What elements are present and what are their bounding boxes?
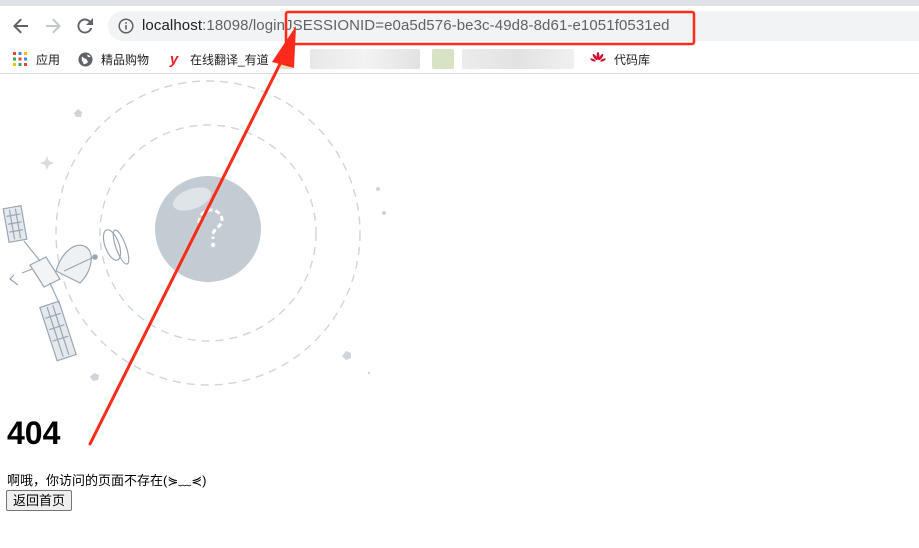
url-path: :18098/loginJSESSIONID=e0a5d576-be3c-49d… (202, 17, 670, 34)
error-message: 啊哦，你访问的页面不存在(⋟﹏⋞) (7, 473, 207, 488)
back-button[interactable] (7, 12, 35, 40)
browser-toolbar: localhost:18098/loginJSESSIONID=e0a5d576… (0, 6, 919, 44)
bookmark-label: 精品购物 (101, 52, 150, 67)
arrow-left-icon (13, 18, 28, 34)
bookmark-shopping[interactable]: 精品购物 (77, 49, 149, 69)
bookmark-code-repo[interactable]: 代码库 (590, 49, 650, 69)
huawei-icon (590, 51, 606, 67)
bookmarks-bar: 应用 精品购物 y 在线翻译_有道 代码库 (0, 44, 919, 74)
page-content: 404 啊哦，你访问的页面不存在(⋟﹏⋞) 返回首页 (0, 75, 919, 548)
bookmark-label: 代码库 (614, 52, 651, 67)
blurred-bookmark[interactable] (462, 49, 574, 69)
blurred-bookmark[interactable] (310, 49, 420, 69)
url-host: localhost (142, 17, 203, 34)
blurred-bookmark[interactable] (432, 49, 454, 69)
bookmark-label: 在线翻译_有道 (190, 52, 269, 67)
arrow-right-icon (46, 18, 61, 34)
address-bar[interactable]: localhost:18098/loginJSESSIONID=e0a5d576… (108, 11, 919, 41)
globe-icon (77, 51, 93, 67)
error-code-heading: 404 (7, 415, 61, 451)
satellite-404-illustration (2, 80, 386, 386)
reload-button[interactable] (71, 12, 99, 40)
back-to-home-button[interactable]: 返回首页 (6, 490, 73, 511)
youdao-icon: y (169, 50, 179, 68)
info-icon[interactable] (118, 18, 134, 34)
url-text[interactable]: localhost:18098/loginJSESSIONID=e0a5d576… (142, 17, 670, 35)
bookmark-youdao[interactable]: y 在线翻译_有道 (166, 49, 269, 69)
forward-button[interactable] (39, 12, 67, 40)
blurred-bookmark[interactable] (280, 49, 292, 69)
bookmark-apps[interactable]: 应用 (12, 49, 60, 69)
apps-grid-icon (12, 51, 28, 67)
reload-icon (77, 18, 93, 34)
bookmark-label: 应用 (36, 52, 61, 67)
